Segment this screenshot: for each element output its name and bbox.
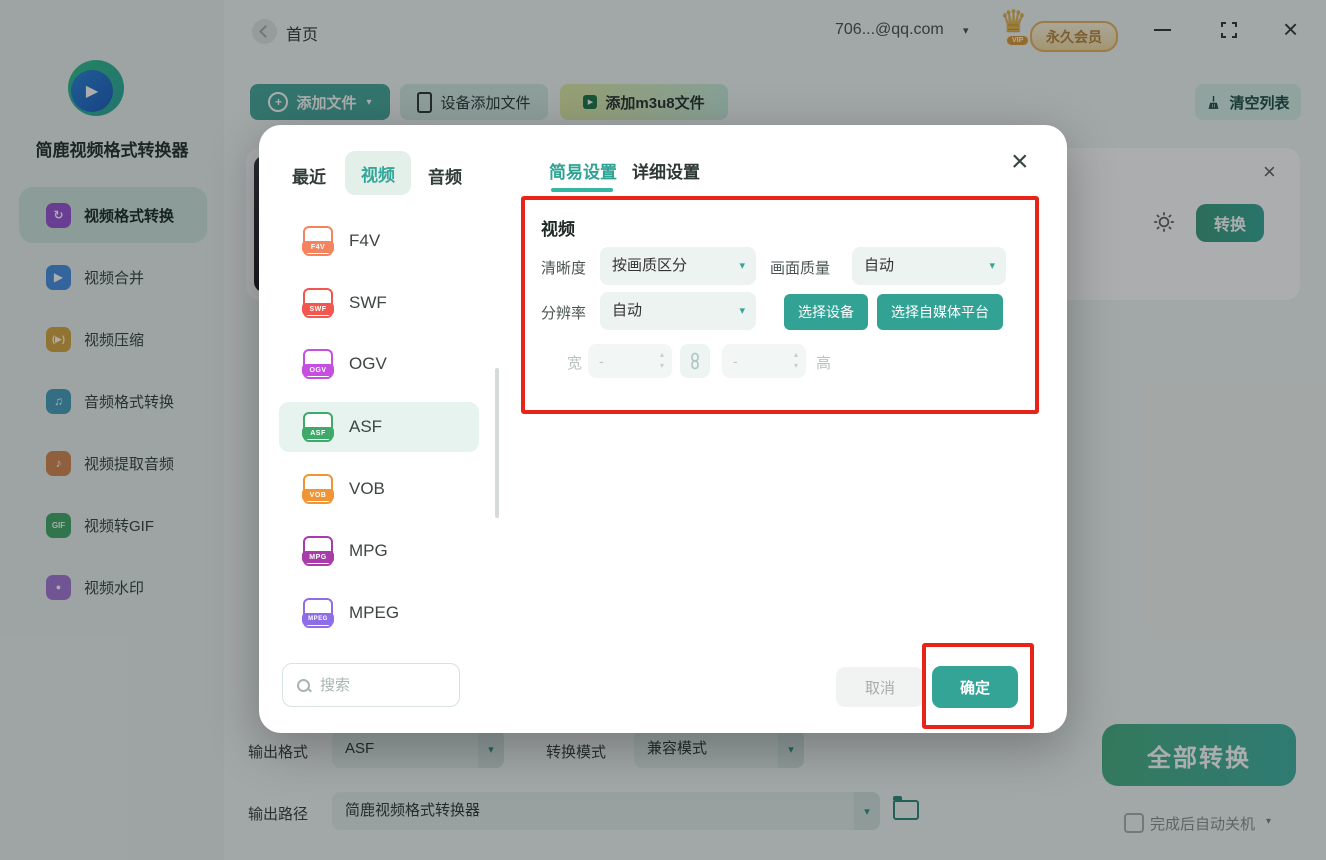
format-settings-modal: 最近 视频 音频 F4V F4V SWF SWF OGV OGV ASF ASF… (259, 125, 1067, 733)
file-icon: VOB (302, 474, 334, 504)
file-icon: SWF (302, 288, 334, 318)
format-search-box[interactable] (282, 663, 460, 707)
tab-audio[interactable]: 音频 (428, 163, 462, 188)
search-icon (297, 678, 310, 692)
active-tab-underline (551, 188, 613, 192)
modal-close-icon[interactable]: × (1011, 147, 1029, 177)
format-name: VOB (349, 479, 385, 498)
annotation-rect-confirm (922, 643, 1034, 729)
search-input[interactable] (318, 675, 442, 695)
format-option-mpeg[interactable]: MPEG MPEG (279, 588, 479, 638)
file-icon: F4V (302, 226, 334, 256)
annotation-rect-video-settings (521, 196, 1039, 414)
tab-video[interactable]: 视频 (345, 151, 411, 195)
format-name: ASF (349, 417, 383, 436)
format-option-f4v[interactable]: F4V F4V (279, 216, 479, 266)
tab-detailed-settings[interactable]: 详细设置 (632, 158, 700, 183)
format-option-vob[interactable]: VOB VOB (279, 464, 479, 514)
format-option-mpg[interactable]: MPG MPG (279, 526, 479, 576)
format-option-ogv[interactable]: OGV OGV (279, 339, 479, 389)
format-option-asf-selected[interactable]: ASF ASF (279, 402, 479, 452)
tab-recent[interactable]: 最近 (292, 163, 326, 188)
format-name: OGV (349, 354, 387, 373)
file-icon: MPEG (302, 598, 334, 628)
file-icon: OGV (302, 349, 334, 379)
format-list-scrollbar[interactable] (495, 368, 499, 518)
cancel-button[interactable]: 取消 (836, 667, 924, 707)
file-icon: ASF (302, 412, 334, 442)
tab-simple-settings[interactable]: 简易设置 (549, 158, 617, 183)
format-name: SWF (349, 293, 387, 312)
format-name: MPG (349, 541, 388, 560)
format-name: F4V (349, 231, 381, 250)
format-name: MPEG (349, 603, 400, 622)
file-icon: MPG (302, 536, 334, 566)
format-option-swf[interactable]: SWF SWF (279, 278, 479, 328)
